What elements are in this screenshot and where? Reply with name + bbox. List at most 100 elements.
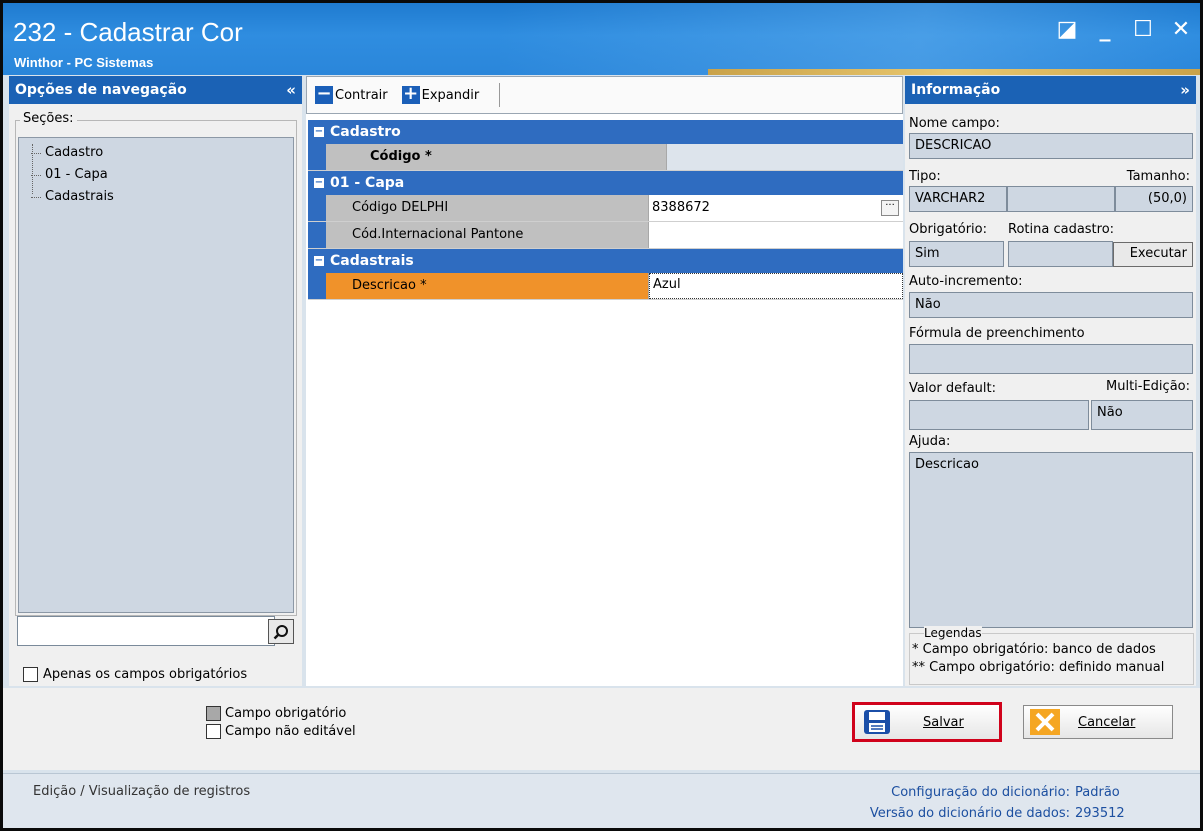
floppy-disk-icon (864, 710, 890, 734)
status-labels: Configuração do dicionário: Versão do di… (870, 782, 1070, 824)
search-icon (273, 624, 288, 639)
expand-button[interactable]: + Expandir (401, 83, 480, 104)
information-header: Informação » (905, 76, 1196, 104)
descricao-value[interactable]: Azul (649, 273, 903, 299)
window-title: 232 - Cadastrar Cor (13, 17, 243, 47)
obrigatorio-field: Sim (909, 241, 1004, 267)
grid-row-codigo[interactable]: Código * (308, 144, 903, 171)
legend-noneditable-label: Campo não editável (225, 724, 356, 739)
plus-icon: + (401, 83, 420, 104)
grid-toolbar: − Contrair + Expandir (306, 76, 903, 114)
grid-row-codigo-delphi[interactable]: Código DELPHI 8388672 ··· (308, 195, 903, 222)
category-capa[interactable]: − 01 - Capa (308, 171, 903, 195)
tamanho-label: Tamanho: (1126, 169, 1190, 184)
legend-required-item: Campo obrigatório (206, 706, 346, 721)
tipo-field: VARCHAR2 (909, 186, 1007, 212)
pantone-value[interactable] (649, 222, 903, 248)
search-button[interactable] (268, 619, 294, 644)
legend-noneditable-item: Campo não editável (206, 724, 356, 739)
formula-label: Fórmula de preenchimento (909, 326, 1085, 341)
grid-row-pantone[interactable]: Cód.Internacional Pantone (308, 222, 903, 249)
multi-edicao-field: Não (1091, 400, 1193, 430)
title-bar: 232 - Cadastrar Cor Winthor - PC Sistema… (3, 3, 1200, 75)
legend-db-required: * Campo obrigatório: banco de dados (912, 642, 1156, 657)
category-label: Cadastrais (330, 253, 414, 269)
window-subtitle: Winthor - PC Sistemas (14, 55, 154, 70)
tree-item-capa[interactable]: 01 - Capa (19, 164, 293, 186)
row-label: Código DELPHI (326, 195, 649, 221)
version-label: Versão do dicionário de dados: (869, 806, 1070, 821)
ajuda-field: Descricao (909, 452, 1193, 628)
white-swatch (206, 724, 221, 739)
sections-group: Seções: Cadastro 01 - Capa Cadastrais (15, 111, 297, 616)
close-icon[interactable]: ✕ (1170, 17, 1192, 42)
sections-label: Seções: (20, 111, 77, 126)
minimize-icon[interactable]: _ (1094, 17, 1116, 42)
rotina-field (1008, 241, 1113, 267)
navigation-panel: Opções de navegação « Seções: Cadastro 0… (9, 76, 302, 686)
collapse-label: Contrair (335, 87, 388, 103)
information-title: Informação (911, 82, 1001, 98)
save-button[interactable]: Salvar (852, 702, 1002, 742)
nome-campo-label: Nome campo: (909, 116, 1000, 131)
category-cadastro[interactable]: − Cadastro (308, 120, 903, 144)
navigation-title: Opções de navegação (15, 82, 187, 98)
tree-item-cadastrais[interactable]: Cadastrais (19, 186, 293, 208)
row-label: Código * (326, 144, 667, 170)
version-value: 293512 (1075, 806, 1125, 821)
cancel-label: Cancelar (1078, 714, 1136, 730)
information-panel: Informação » Nome campo: DESCRICAO Tipo:… (905, 76, 1196, 686)
codigo-delphi-text: 8388672 (652, 200, 710, 215)
executar-button[interactable]: Executar (1113, 242, 1193, 267)
obrigatorio-label: Obrigatório: (909, 222, 987, 237)
gray-swatch (206, 706, 221, 721)
category-label: 01 - Capa (330, 175, 405, 191)
expand-label: Expandir (421, 87, 480, 103)
status-bar: Edição / Visualização de registros Confi… (3, 773, 1200, 828)
tipo-label: Tipo: (909, 169, 941, 184)
legendas-label: Legendas (924, 626, 982, 640)
row-label: Cód.Internacional Pantone (326, 222, 649, 248)
sections-tree: Cadastro 01 - Capa Cadastrais (18, 137, 294, 613)
config-label: Configuração do dicionário: (891, 785, 1070, 800)
auto-incremento-field: Não (909, 292, 1193, 318)
search-input[interactable] (17, 616, 275, 646)
ajuda-label: Ajuda: (909, 434, 951, 449)
collapse-left-icon[interactable]: « (286, 76, 296, 104)
valor-default-field (909, 400, 1089, 430)
collapse-button[interactable]: − Contrair (315, 85, 388, 104)
codigo-value (667, 144, 903, 170)
valor-default-label: Valor default: (909, 381, 997, 396)
main-window: 232 - Cadastrar Cor Winthor - PC Sistema… (0, 0, 1203, 831)
cancel-button[interactable]: Cancelar (1023, 705, 1173, 739)
legend-group: Legendas * Campo obrigatório: banco de d… (909, 626, 1194, 685)
tree-item-cadastro[interactable]: Cadastro (19, 142, 293, 164)
formula-field (909, 344, 1193, 374)
collapse-category-icon[interactable]: − (314, 256, 324, 266)
legend-manual-required: ** Campo obrigatório: definido manual (912, 660, 1165, 675)
ellipsis-button[interactable]: ··· (881, 200, 899, 216)
config-value: Padrão (1075, 785, 1120, 800)
rotina-label: Rotina cadastro: (1008, 222, 1115, 237)
checkbox-box[interactable] (23, 667, 38, 682)
grid-row-descricao[interactable]: Descricao * Azul (308, 273, 903, 300)
only-required-label: Apenas os campos obrigatórios (43, 667, 248, 682)
auto-incremento-label: Auto-incremento: (909, 274, 1023, 289)
category-cadastrais[interactable]: − Cadastrais (308, 249, 903, 273)
row-label: Descricao * (326, 273, 649, 299)
legend-required-label: Campo obrigatório (225, 706, 347, 721)
only-required-checkbox[interactable]: Apenas os campos obrigatórios (23, 667, 247, 682)
property-grid: − Cadastro Código * − 01 - Capa Código D… (308, 120, 903, 300)
status-values: Padrão 293512 (1075, 782, 1125, 824)
collapse-category-icon[interactable]: − (314, 127, 324, 137)
property-grid-panel: − Contrair + Expandir − Cadastro Código … (306, 76, 903, 686)
restore-icon[interactable]: ◪ (1056, 17, 1078, 42)
collapse-right-icon[interactable]: » (1180, 76, 1190, 104)
save-label: Salvar (923, 714, 964, 730)
status-text: Edição / Visualização de registros (33, 784, 251, 799)
navigation-header: Opções de navegação « (9, 76, 302, 104)
collapse-category-icon[interactable]: − (314, 178, 324, 188)
codigo-delphi-value[interactable]: 8388672 ··· (649, 195, 903, 221)
tipo-spacer-field (1007, 186, 1115, 212)
maximize-icon[interactable]: ☐ (1132, 17, 1154, 42)
